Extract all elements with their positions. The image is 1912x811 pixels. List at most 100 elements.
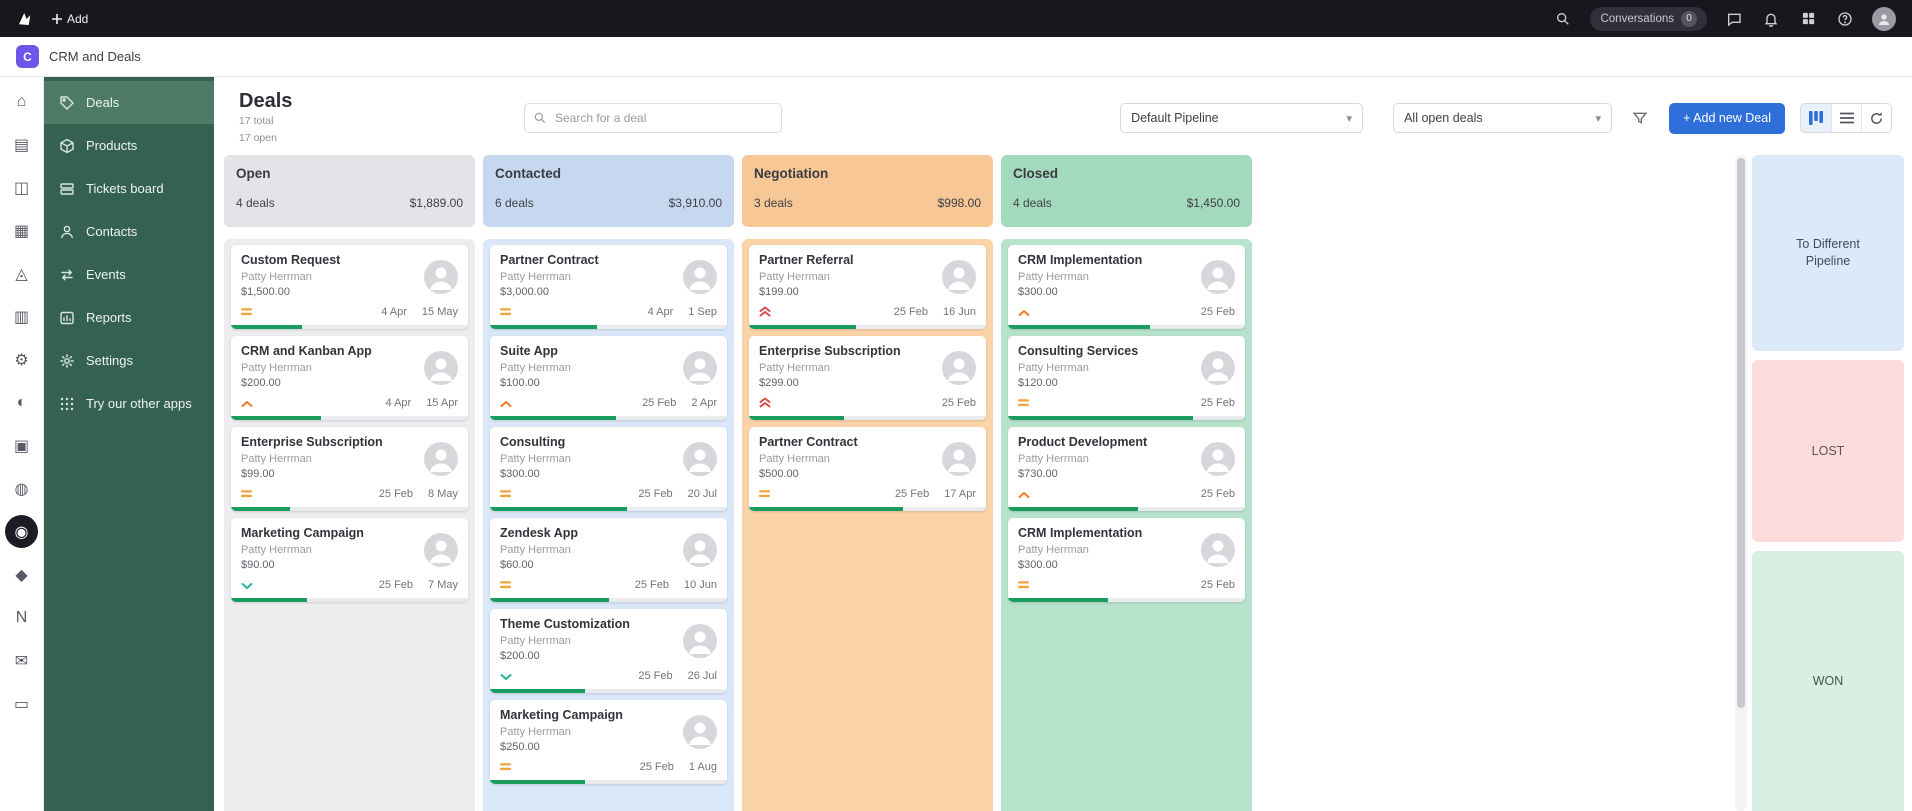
help-icon[interactable] (1835, 9, 1855, 29)
contacts-icon[interactable]: ◫ (5, 171, 38, 204)
dropzone-won[interactable]: WON (1752, 551, 1904, 811)
sidebar-item-tickets-board[interactable]: Tickets board (44, 167, 214, 210)
deal-contact: Patty Herrman (500, 362, 571, 374)
column-amount: $1,450.00 (1186, 196, 1240, 210)
deal-card[interactable]: Partner Referral Patty Herrman $199.00 25 F… (749, 245, 986, 329)
sidebar-item-contacts[interactable]: Contacts (44, 210, 214, 253)
search-icon[interactable] (1553, 9, 1573, 29)
browser-icon[interactable]: ◉ (5, 515, 38, 548)
column-header-open: Open 4 deals $1,889.00 (224, 155, 475, 227)
apps-rail-icon[interactable]: ▭ (5, 687, 38, 720)
deal-card[interactable]: Consulting Services Patty Herrman $120.00 2… (1008, 336, 1245, 420)
deal-amount: $300.00 (1018, 559, 1058, 571)
refresh-view-button[interactable] (1861, 104, 1891, 132)
contact-avatar-icon (942, 442, 976, 476)
global-add-button[interactable]: Add (52, 12, 88, 26)
dropzone-lost[interactable]: LOST (1752, 360, 1904, 542)
deal-due-date: 1 Aug (688, 761, 717, 773)
sidebar-item-events[interactable]: Events (44, 253, 214, 296)
contact-avatar-icon (424, 260, 458, 294)
deal-amount: $60.00 (500, 559, 534, 571)
deal-card[interactable]: Consulting Patty Herrman $300.00 25 Feb 20 J… (490, 427, 727, 511)
departments-icon[interactable]: ▦ (5, 214, 38, 247)
deal-search (524, 103, 782, 133)
deal-dates: 25 Feb 16 Jun (894, 306, 976, 318)
deal-amount: $500.00 (759, 468, 799, 480)
deal-title: Partner Contract (759, 435, 858, 449)
deal-card[interactable]: Enterprise Subscription Patty Herrman $299… (749, 336, 986, 420)
deal-search-icon (533, 111, 547, 130)
deal-avatar (683, 260, 717, 294)
integrations-icon[interactable]: ◐ (5, 386, 38, 419)
deal-progress-bar (490, 689, 727, 693)
scrollbar-thumb[interactable] (1737, 158, 1745, 708)
user-avatar[interactable] (1872, 6, 1896, 31)
labs-icon[interactable]: ◬ (5, 257, 38, 290)
deal-card[interactable]: Partner Contract Patty Herrman $500.00 25 F… (749, 427, 986, 511)
home-icon[interactable]: ⌂ (5, 85, 38, 118)
deal-dates: 4 Apr 1 Sep (648, 306, 717, 318)
apps-grid-icon[interactable] (1798, 9, 1818, 29)
tickets-icon[interactable]: ▤ (5, 128, 38, 161)
deal-title: CRM Implementation (1018, 253, 1143, 267)
deal-search-input[interactable] (524, 103, 782, 133)
sidebar-item-settings[interactable]: Settings (44, 339, 214, 382)
list-view-button[interactable] (1831, 104, 1861, 132)
deal-card[interactable]: Custom Request Patty Herrman $1,500.00 4 Ap… (231, 245, 468, 329)
settings-icon[interactable]: ⚙ (5, 343, 38, 376)
deal-progress-bar (490, 780, 727, 784)
deal-avatar (942, 260, 976, 294)
deal-card[interactable]: CRM and Kanban App Patty Herrman $200.00 4 … (231, 336, 468, 420)
pipeline-select[interactable]: Default Pipeline ▾ (1120, 103, 1364, 133)
design-icon[interactable]: ◆ (5, 558, 38, 591)
sidebar-item-try-other-apps[interactable]: Try our other apps (44, 382, 214, 425)
deal-card[interactable]: Zendesk App Patty Herrman $60.00 25 Feb 10 J… (490, 518, 727, 602)
notifications-bell-icon[interactable] (1761, 9, 1781, 29)
deal-card[interactable]: Marketing Campaign Patty Herrman $250.00 25… (490, 700, 727, 784)
left-icon-rail: ⌂ ▤ ◫ ▦ ◬ ▥ ⚙ ◐ ▣ ◍ ◉ ◆ N ✉ ▭ (0, 77, 44, 811)
chat-icon[interactable] (1724, 9, 1744, 29)
add-new-deal-label: + Add new Deal (1683, 111, 1771, 125)
deal-card[interactable]: CRM Implementation Patty Herrman $300.00 25… (1008, 245, 1245, 329)
filter-funnel-icon[interactable] (1628, 106, 1652, 130)
deal-card[interactable]: Theme Customization Patty Herrman $200.00 2… (490, 609, 727, 693)
view-toggle-group (1800, 103, 1892, 133)
deal-title: CRM and Kanban App (241, 344, 372, 358)
deal-amount: $90.00 (241, 559, 275, 571)
sidebar-item-deals[interactable]: Deals (44, 81, 214, 124)
deal-card[interactable]: CRM Implementation Patty Herrman $300.00 25… (1008, 518, 1245, 602)
deal-filter-select[interactable]: All open deals ▾ (1393, 103, 1613, 133)
deal-start-date: 25 Feb (639, 761, 674, 773)
deal-contact: Patty Herrman (241, 453, 312, 465)
vertical-scrollbar[interactable] (1735, 155, 1747, 811)
deal-card[interactable]: Marketing Campaign Patty Herrman $90.00 25 … (231, 518, 468, 602)
deal-card[interactable]: Product Development Patty Herrman $730.00 2… (1008, 427, 1245, 511)
security-icon[interactable]: ▣ (5, 429, 38, 462)
deal-progress-bar (490, 507, 727, 511)
pipeline-select-value: Default Pipeline (1131, 111, 1219, 125)
kanban-view-button[interactable] (1801, 104, 1831, 132)
deal-dates: 4 Apr 15 Apr (386, 397, 459, 409)
deal-title: Partner Referral (759, 253, 854, 267)
deal-start-date: 25 Feb (894, 488, 930, 500)
add-new-deal-button[interactable]: + Add new Deal (1669, 102, 1785, 134)
column-header-negotiation: Negotiation 3 deals $998.00 (742, 155, 993, 227)
deal-amount: $300.00 (500, 468, 540, 480)
deal-card[interactable]: Enterprise Subscription Patty Herrman $99.… (231, 427, 468, 511)
deal-contact: Patty Herrman (500, 453, 571, 465)
column-header-contacted: Contacted 6 deals $3,910.00 (483, 155, 734, 227)
deal-card[interactable]: Partner Contract Patty Herrman $3,000.00 4 … (490, 245, 727, 329)
deal-card[interactable]: Suite App Patty Herrman $100.00 25 Feb 2 Apr (490, 336, 727, 420)
sidebar-item-reports[interactable]: Reports (44, 296, 214, 339)
mail-icon[interactable]: ✉ (5, 644, 38, 677)
contact-avatar-icon (683, 260, 717, 294)
deal-priority-icon (759, 397, 771, 408)
messages-icon[interactable]: ◍ (5, 472, 38, 505)
notes-icon[interactable]: N (5, 601, 38, 634)
deal-start-date: 25 Feb (1200, 306, 1235, 318)
analytics-icon[interactable]: ▥ (5, 300, 38, 333)
sidebar-item-products[interactable]: Products (44, 124, 214, 167)
dropzone-different-pipeline[interactable]: To Different Pipeline (1752, 155, 1904, 351)
deal-due-date: 15 Apr (426, 397, 458, 409)
conversations-button[interactable]: Conversations 0 (1590, 6, 1707, 31)
